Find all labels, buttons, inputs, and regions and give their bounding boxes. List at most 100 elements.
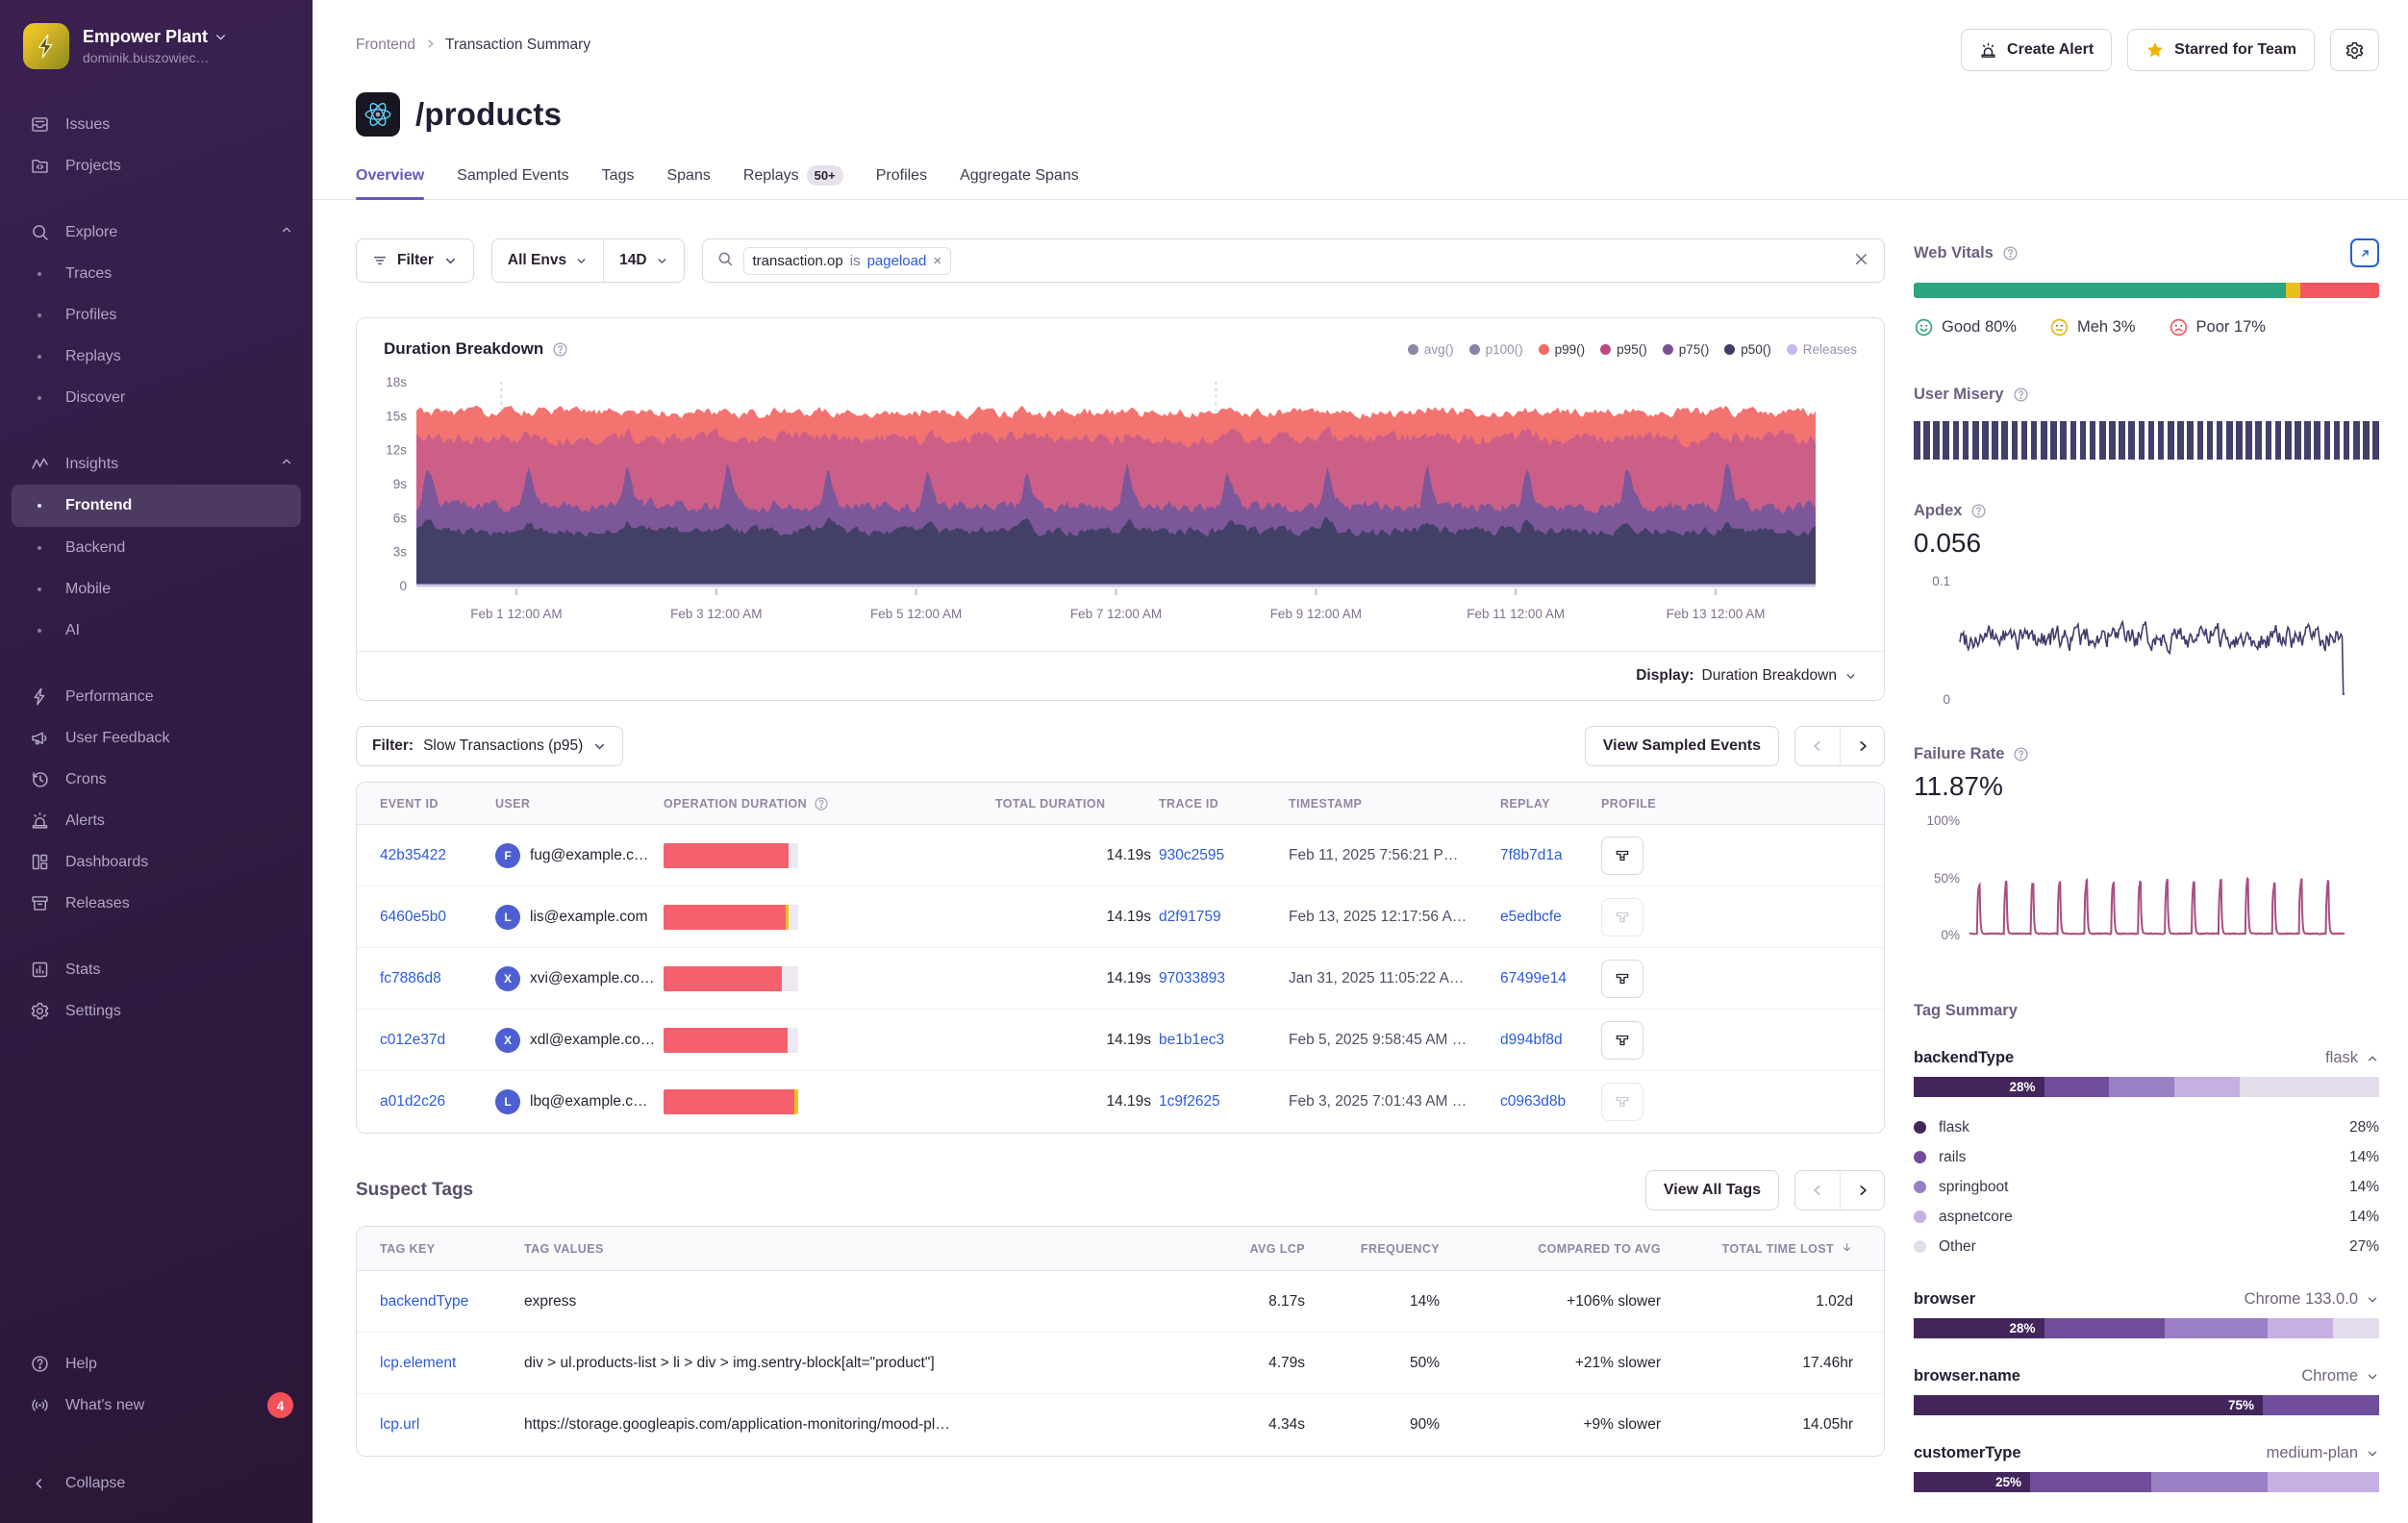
duration-breakdown-chart[interactable]: 18s15s12s9s6s3s0Feb 1 12:00 AMFeb 3 12:0… [357, 364, 1884, 637]
apdex-title: Apdex [1914, 502, 1962, 520]
sidebar-item-what-s-new[interactable]: What's new4 [0, 1385, 313, 1426]
event-id-link[interactable]: a01d2c26 [380, 1093, 445, 1111]
event-id-link[interactable]: c012e37d [380, 1032, 445, 1049]
sidebar-item-performance[interactable]: Performance [0, 676, 313, 717]
tab-replays[interactable]: Replays50+ [743, 165, 843, 199]
tab-sampled-events[interactable]: Sampled Events [457, 165, 569, 199]
search-token[interactable]: transaction.op is pageload × [743, 247, 952, 275]
legend-item-p99[interactable]: p99() [1539, 342, 1586, 357]
sidebar-group-explore[interactable]: Explore [0, 212, 313, 253]
search-clear-icon[interactable] [1852, 250, 1870, 272]
settings-button[interactable] [2330, 29, 2379, 71]
view-all-tags-button[interactable]: View All Tags [1645, 1170, 1779, 1211]
event-id-link[interactable]: fc7886d8 [380, 970, 441, 987]
sidebar-item-discover[interactable]: Discover [0, 377, 313, 418]
help-icon[interactable] [1970, 503, 1987, 519]
help-icon[interactable] [2013, 746, 2029, 762]
tab-spans[interactable]: Spans [666, 165, 710, 199]
profile-button[interactable] [1601, 960, 1643, 998]
tab-profiles[interactable]: Profiles [876, 165, 927, 199]
profile-button[interactable] [1601, 1021, 1643, 1060]
sidebar-item-mobile[interactable]: Mobile [0, 568, 313, 610]
replay-link[interactable]: c0963d8b [1500, 1093, 1566, 1111]
view-sampled-events-button[interactable]: View Sampled Events [1585, 726, 1779, 766]
sidebar-item-projects[interactable]: Projects [0, 145, 313, 187]
help-icon[interactable] [2013, 387, 2029, 403]
replay-link[interactable]: 67499e14 [1500, 970, 1567, 987]
trace-id-link[interactable]: be1b1ec3 [1159, 1032, 1224, 1049]
help-icon[interactable] [552, 341, 568, 358]
tab-aggregate-spans[interactable]: Aggregate Spans [960, 165, 1079, 199]
org-switcher[interactable]: Empower Plant dominik.buszowiec… [0, 17, 313, 79]
pager-next-button[interactable] [1840, 1171, 1884, 1210]
event-id-link[interactable]: 42b35422 [380, 847, 446, 864]
sidebar-item-alerts[interactable]: Alerts [0, 800, 313, 841]
legend-item-p95[interactable]: p95() [1600, 342, 1647, 357]
sidebar-item-ai[interactable]: AI [0, 610, 313, 651]
sidebar-item-stats[interactable]: Stats [0, 949, 313, 990]
chevron-down-icon [2366, 1293, 2379, 1307]
environment-selector[interactable]: All Envs [492, 239, 603, 282]
sidebar-item-backend[interactable]: Backend [0, 527, 313, 568]
legend-item-releases[interactable]: Releases [1787, 342, 1857, 357]
events-filter-dropdown[interactable]: Filter: Slow Transactions (p95) [356, 726, 623, 766]
sidebar-item-replays[interactable]: Replays [0, 336, 313, 377]
tag-key-link[interactable]: backendType [380, 1293, 468, 1311]
starred-for-team-button[interactable]: Starred for Team [2127, 29, 2315, 71]
tab-overview[interactable]: Overview [356, 165, 424, 199]
svg-text:Feb 1 12:00 AM: Feb 1 12:00 AM [470, 607, 562, 621]
legend-item-p100[interactable]: p100() [1469, 342, 1523, 357]
sidebar-item-profiles[interactable]: Profiles [0, 294, 313, 336]
help-icon[interactable] [814, 796, 829, 811]
legend-item-p50[interactable]: p50() [1724, 342, 1771, 357]
replay-link[interactable]: 7f8b7d1a [1500, 847, 1563, 864]
sidebar-item-user-feedback[interactable]: User Feedback [0, 717, 313, 759]
trace-id-link[interactable]: 97033893 [1159, 970, 1225, 987]
sidebar-collapse-button[interactable]: Collapse [0, 1462, 313, 1504]
tag-value-selector[interactable]: flask [2325, 1049, 2379, 1067]
sidebar-item-label: Mobile [65, 581, 293, 598]
tag-key-link[interactable]: lcp.element [380, 1355, 456, 1372]
trace-id-link[interactable]: 930c2595 [1159, 847, 1224, 864]
sidebar-group-insights[interactable]: Insights [0, 443, 313, 485]
trace-id-link[interactable]: d2f91759 [1159, 909, 1221, 926]
legend-item-avg[interactable]: avg() [1408, 342, 1454, 357]
event-id-link[interactable]: 6460e5b0 [380, 909, 446, 926]
tag-value-selector[interactable]: Chrome 133.0.0 [2245, 1290, 2379, 1309]
display-selector[interactable]: Display: Duration Breakdown [1636, 667, 1857, 685]
sidebar-item-frontend[interactable]: Frontend [12, 485, 301, 527]
sidebar-item-crons[interactable]: Crons [0, 759, 313, 800]
sidebar-item-settings[interactable]: Settings [0, 990, 313, 1032]
svg-text:18s: 18s [386, 375, 407, 389]
token-remove-icon[interactable]: × [933, 253, 941, 269]
sidebar-item-releases[interactable]: Releases [0, 883, 313, 924]
legend-item-p75[interactable]: p75() [1663, 342, 1710, 357]
create-alert-button[interactable]: Create Alert [1961, 29, 2112, 71]
sidebar-item-issues[interactable]: Issues [0, 104, 313, 145]
tag-key-link[interactable]: lcp.url [380, 1416, 419, 1434]
daterange-selector[interactable]: 14D [603, 239, 683, 282]
column-header[interactable]: TOTAL TIME LOST [1668, 1241, 1861, 1257]
filter-button[interactable]: Filter [356, 238, 474, 283]
tag-list-item[interactable]: springboot14% [1914, 1172, 2379, 1202]
tag-list-item[interactable]: rails14% [1914, 1142, 2379, 1172]
breadcrumb-frontend[interactable]: Frontend [356, 37, 415, 54]
trace-id-link[interactable]: 1c9f2625 [1159, 1093, 1220, 1111]
sidebar-item-traces[interactable]: Traces [0, 253, 313, 294]
tab-tags[interactable]: Tags [602, 165, 635, 199]
tag-value-selector[interactable]: medium-plan [2267, 1444, 2379, 1462]
tag-list-item[interactable]: flask28% [1914, 1112, 2379, 1142]
open-web-vitals-icon[interactable] [2350, 238, 2379, 267]
pager-next-button[interactable] [1840, 727, 1884, 765]
tag-list-item[interactable]: aspnetcore14% [1914, 1202, 2379, 1232]
replay-link[interactable]: e5edbcfe [1500, 909, 1562, 926]
profile-button[interactable] [1601, 836, 1643, 875]
search-input[interactable]: transaction.op is pageload × [702, 238, 1885, 283]
replay-link[interactable]: d994bf8d [1500, 1032, 1563, 1049]
sidebar-item-help[interactable]: Help [0, 1343, 313, 1385]
help-icon[interactable] [2002, 245, 2019, 262]
sidebar-item-dashboards[interactable]: Dashboards [0, 841, 313, 883]
tag-value-selector[interactable]: Chrome [2301, 1367, 2379, 1386]
view-sampled-events-label: View Sampled Events [1603, 737, 1761, 755]
tag-list-item[interactable]: Other27% [1914, 1232, 2379, 1261]
